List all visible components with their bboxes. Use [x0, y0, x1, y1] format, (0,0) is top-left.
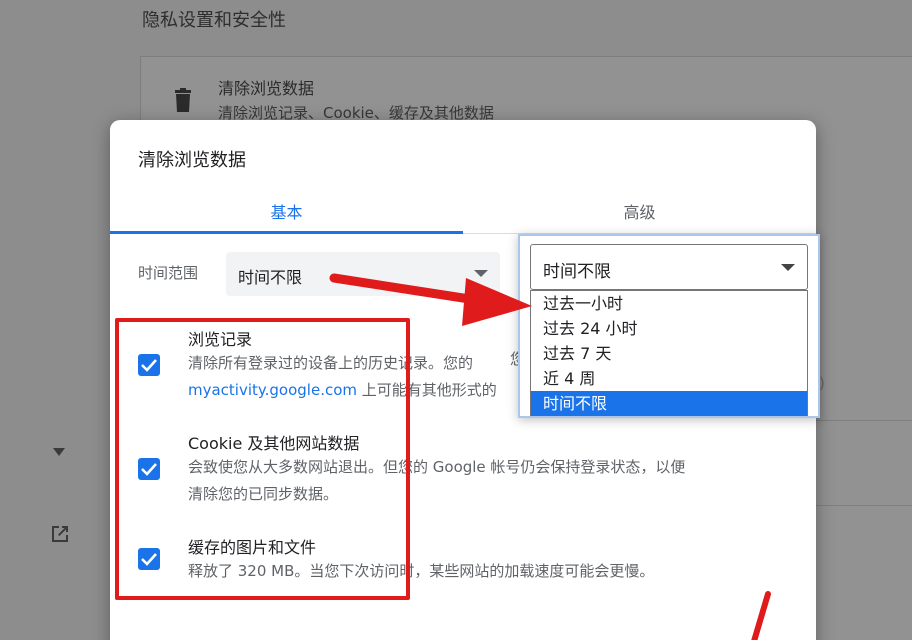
trash-icon [175, 88, 191, 112]
annotation-arrow-icon [329, 273, 532, 326]
zoom-select-value: 时间不限 [543, 262, 611, 282]
open-in-new-icon[interactable] [48, 522, 72, 546]
tab-advanced[interactable]: 高级 [463, 188, 816, 234]
clear-data-row-title[interactable]: 清除浏览数据 [218, 75, 314, 99]
option-all-time[interactable]: 时间不限 [531, 391, 807, 416]
active-tab-indicator [110, 231, 463, 234]
time-range-label: 时间范围 [138, 264, 199, 282]
time-range-dropdown-zoom: 时间不限 过去一小时 过去 24 小时 过去 7 天 近 4 周 时间不限 [518, 234, 820, 418]
option-past-hour[interactable]: 过去一小时 [531, 291, 807, 316]
dialog-title: 清除浏览数据 [138, 150, 246, 171]
annotation-highlight-box [115, 318, 410, 600]
zoom-time-range-select[interactable]: 时间不限 [530, 244, 808, 290]
annotation-stroke [751, 591, 771, 640]
privacy-section-title: 隐私设置和安全性 [142, 10, 286, 31]
option-past-24-hours[interactable]: 过去 24 小时 [531, 316, 807, 341]
option-past-7-days[interactable]: 过去 7 天 [531, 341, 807, 366]
dialog-tabs: 基本 高级 [110, 188, 816, 234]
dropdown-caret-icon [781, 264, 795, 271]
time-range-options-list: 过去一小时 过去 24 小时 过去 7 天 近 4 周 时间不限 [530, 290, 808, 416]
time-range-value: 时间不限 [238, 268, 303, 287]
caret-down-icon[interactable] [52, 446, 66, 458]
option-last-4-weeks[interactable]: 近 4 周 [531, 366, 807, 391]
tab-basic[interactable]: 基本 [110, 188, 463, 234]
